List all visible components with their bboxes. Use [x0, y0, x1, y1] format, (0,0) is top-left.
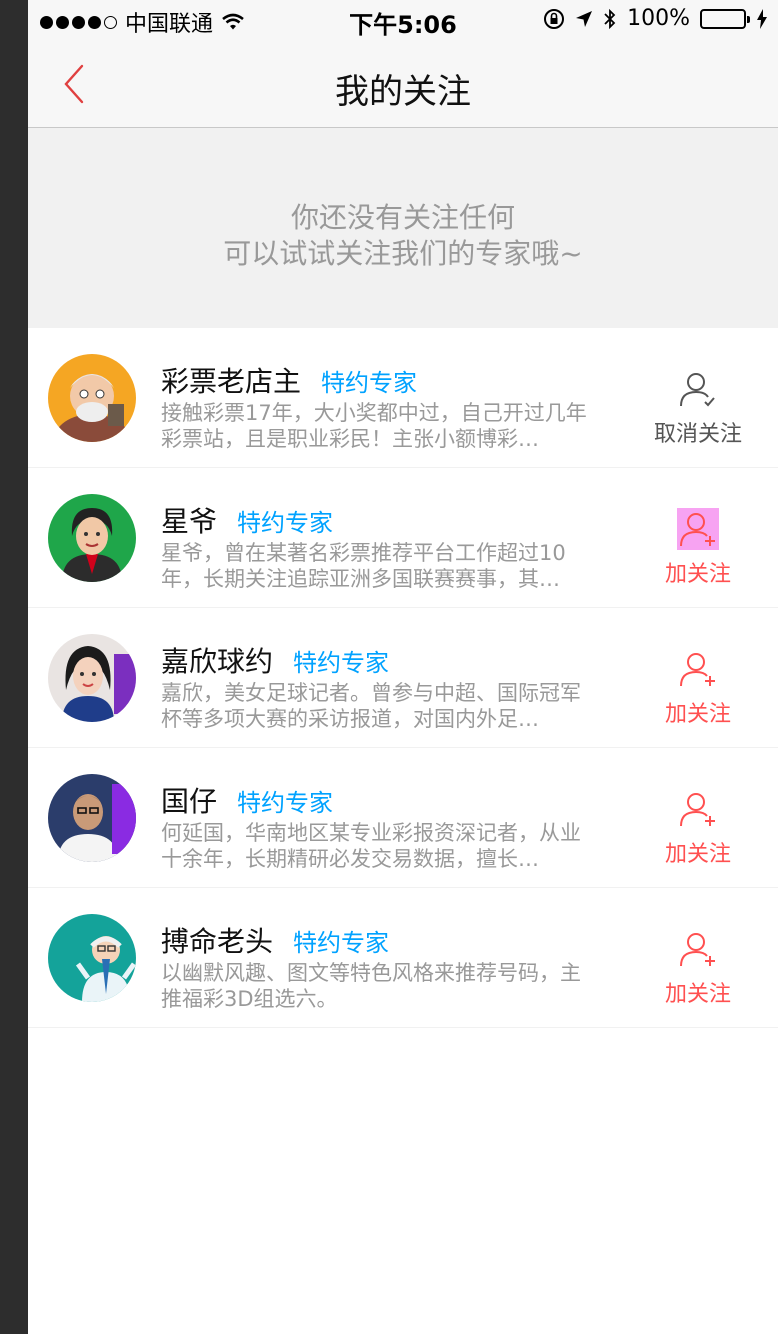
expert-info: 星爷 特约专家 星爷，曾在某著名彩票推荐平台工作超过10年，长期关注追踪亚洲多国…: [161, 500, 601, 592]
nav-bar: 我的关注: [28, 40, 778, 128]
battery-icon: [700, 8, 750, 29]
location-arrow-icon: [576, 10, 593, 27]
unfollow-label: 取消关注: [653, 422, 742, 447]
expert-name: 彩票老店主: [161, 365, 302, 398]
unfollow-button[interactable]: 取消关注: [653, 368, 743, 448]
rotation-lock-icon: [544, 8, 565, 29]
avatar[interactable]: [48, 914, 136, 1002]
follow-button[interactable]: 加关注: [653, 788, 743, 868]
expert-name: 搏命老头: [161, 925, 274, 958]
left-edge-strip: [0, 0, 28, 1334]
expert-row[interactable]: 搏命老头 特约专家 以幽默风趣、图文等特色风格来推荐号码，主推福彩3D组选六。 …: [28, 888, 778, 1028]
follow-label: 加关注: [664, 842, 731, 867]
expert-row[interactable]: 彩票老店主 特约专家 接触彩票17年，大小奖都中过，自己开过几年彩票站，且是职业…: [28, 328, 778, 468]
expert-info: 国仔 特约专家 何延国，华南地区某专业彩报资深记者，从业十余年，长期精研必发交易…: [161, 780, 601, 872]
follow-label: 加关注: [664, 562, 731, 587]
expert-row[interactable]: 嘉欣球约 特约专家 嘉欣，美女足球记者。曾参与中超、国际冠军杯等多项大赛的采访报…: [28, 608, 778, 748]
status-right: 100%: [543, 6, 768, 31]
expert-tag: 特约专家: [237, 509, 334, 537]
expert-info: 彩票老店主 特约专家 接触彩票17年，大小奖都中过，自己开过几年彩票站，且是职业…: [161, 360, 601, 452]
avatar[interactable]: [48, 774, 136, 862]
status-bar: 中国联通 下午5:06 100%: [28, 0, 778, 40]
user-plus-icon: [677, 508, 719, 550]
charging-bolt-icon: [757, 8, 767, 29]
follow-label: 加关注: [664, 702, 731, 727]
bluetooth-icon: [604, 8, 616, 29]
expert-description: 以幽默风趣、图文等特色风格来推荐号码，主推福彩3D组选六。: [161, 961, 581, 1011]
expert-info: 嘉欣球约 特约专家 嘉欣，美女足球记者。曾参与中超、国际冠军杯等多项大赛的采访报…: [161, 640, 601, 732]
expert-tag: 特约专家: [237, 789, 334, 817]
user-plus-icon: [680, 653, 715, 687]
avatar[interactable]: [48, 354, 136, 442]
expert-row[interactable]: 国仔 特约专家 何延国，华南地区某专业彩报资深记者，从业十余年，长期精研必发交易…: [28, 748, 778, 888]
avatar[interactable]: [48, 634, 136, 722]
expert-name: 国仔: [161, 785, 218, 818]
user-plus-icon: [680, 933, 715, 967]
expert-name: 嘉欣球约: [161, 645, 274, 678]
expert-description: 何延国，华南地区某专业彩报资深记者，从业十余年，长期精研必发交易数据，擅长…: [161, 821, 581, 871]
user-check-icon: [680, 373, 715, 407]
expert-name: 星爷: [161, 505, 218, 538]
expert-info: 搏命老头 特约专家 以幽默风趣、图文等特色风格来推荐号码，主推福彩3D组选六。: [161, 920, 601, 1012]
empty-notice-line-2: 可以试试关注我们的专家哦~: [223, 237, 583, 270]
empty-notice-line-1: 你还没有关注任何: [290, 201, 515, 234]
avatar[interactable]: [48, 494, 136, 582]
phone-screen: 中国联通 下午5:06 100% 我的关注 你还没有关注任何 可以试试关注我们的…: [28, 0, 778, 1334]
follow-button[interactable]: 加关注: [653, 648, 743, 728]
page-title: 我的关注: [335, 72, 471, 112]
user-plus-icon: [680, 793, 715, 827]
follow-button[interactable]: 加关注: [653, 928, 743, 1008]
empty-follow-notice: 你还没有关注任何 可以试试关注我们的专家哦~: [28, 128, 778, 328]
expert-tag: 特约专家: [293, 649, 390, 677]
expert-description: 嘉欣，美女足球记者。曾参与中超、国际冠军杯等多项大赛的采访报道，对国内外足…: [161, 681, 581, 731]
expert-list: 彩票老店主 特约专家 接触彩票17年，大小奖都中过，自己开过几年彩票站，且是职业…: [28, 328, 778, 1028]
expert-tag: 特约专家: [321, 369, 418, 397]
follow-label: 加关注: [664, 982, 731, 1007]
expert-row[interactable]: 星爷 特约专家 星爷，曾在某著名彩票推荐平台工作超过10年，长期关注追踪亚洲多国…: [28, 468, 778, 608]
battery-percent: 100%: [627, 6, 690, 31]
expert-description: 星爷，曾在某著名彩票推荐平台工作超过10年，长期关注追踪亚洲多国联赛赛事，其…: [161, 541, 566, 591]
follow-button[interactable]: 加关注: [653, 508, 743, 588]
expert-tag: 特约专家: [293, 929, 390, 957]
expert-description: 接触彩票17年，大小奖都中过，自己开过几年彩票站，且是职业彩民！主张小额博彩…: [161, 401, 587, 451]
